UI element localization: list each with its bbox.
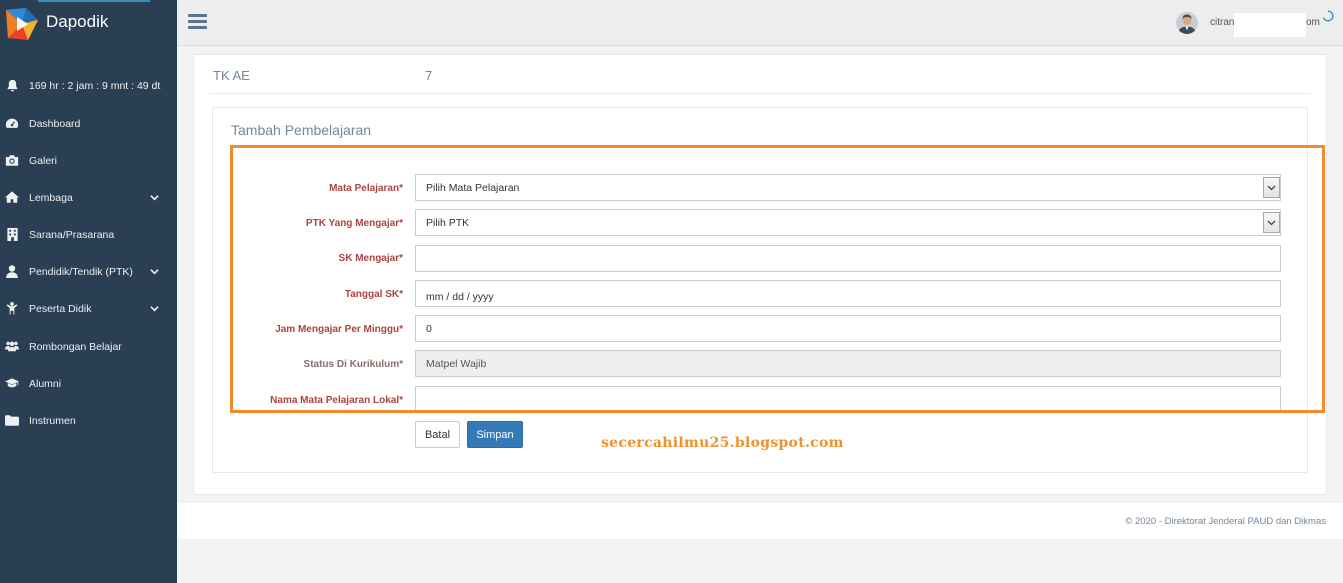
sidebar-item-peserta-didik[interactable]: Peserta Didik xyxy=(0,297,177,321)
brand[interactable]: Dapodik xyxy=(0,0,177,46)
sidebar-item-galeri[interactable]: Galeri xyxy=(0,149,177,173)
watermark: secercahilmu25.blogspot.com xyxy=(601,435,844,451)
school-name: TK AE xyxy=(213,68,250,83)
sidebar-timer: 169 hr : 2 jam : 9 mnt : 49 dt xyxy=(0,74,177,98)
sidebar-item-label: Rombongan Belajar xyxy=(29,341,122,353)
sidebar-item-label: Pendidik/Tendik (PTK) xyxy=(29,266,133,278)
user-name-suffix[interactable]: om xyxy=(1306,17,1320,28)
child-icon xyxy=(5,301,19,315)
panel-title: Tambah Pembelajaran xyxy=(231,122,372,138)
sidebar-item-label: Alumni xyxy=(29,378,62,390)
avatar[interactable] xyxy=(1176,12,1198,34)
sidebar-item-lembaga[interactable]: Lembaga xyxy=(0,186,177,210)
camera-icon xyxy=(5,153,19,167)
chevron-down-icon xyxy=(150,195,159,201)
redacted-email xyxy=(1234,13,1306,37)
bell-icon xyxy=(5,78,19,92)
topbar: citran om xyxy=(177,0,1343,46)
menu-toggle-icon[interactable] xyxy=(188,14,207,30)
save-button[interactable]: Simpan xyxy=(467,421,523,448)
sidebar-item-instrumen[interactable]: Instrumen xyxy=(0,409,177,433)
school-npsn: 7 xyxy=(425,68,433,83)
home-icon xyxy=(5,190,19,204)
sidebar-item-dashboard[interactable]: Dashboard xyxy=(0,112,177,136)
sidebar-item-label: Peserta Didik xyxy=(29,303,92,315)
dashboard-icon xyxy=(5,116,19,130)
sidebar-item-pendidik-tendik[interactable]: Pendidik/Tendik (PTK) xyxy=(0,260,177,284)
building-icon xyxy=(5,227,19,241)
sidebar-item-label: Galeri xyxy=(29,155,58,167)
user-icon xyxy=(5,264,19,278)
users-icon xyxy=(5,339,19,353)
divider xyxy=(209,93,1311,94)
sidebar-item-rombongan-belajar[interactable]: Rombongan Belajar xyxy=(0,335,177,359)
folder-icon xyxy=(5,413,19,427)
dapodik-logo-icon xyxy=(6,8,38,40)
user-name[interactable]: citran xyxy=(1210,17,1234,28)
sidebar-item-label: Lembaga xyxy=(29,192,73,204)
chevron-down-icon xyxy=(150,306,159,312)
sidebar-item-label: Instrumen xyxy=(29,415,76,427)
sidebar: Dapodik 169 hr : 2 jam : 9 mnt : 49 dt D… xyxy=(0,0,177,583)
footer: © 2020 - Direktorat Jenderal PAUD dan Di… xyxy=(177,503,1343,539)
footer-text: © 2020 - Direktorat Jenderal PAUD dan Di… xyxy=(1125,516,1326,527)
chevron-down-icon xyxy=(150,269,159,275)
sidebar-item-sarana-prasarana[interactable]: Sarana/Prasarana xyxy=(0,223,177,247)
brand-name: Dapodik xyxy=(46,12,109,31)
sidebar-timer-text: 169 hr : 2 jam : 9 mnt : 49 dt xyxy=(29,80,161,92)
sidebar-item-label: Dashboard xyxy=(29,118,81,130)
sidebar-item-label: Sarana/Prasarana xyxy=(29,229,115,241)
sidebar-item-alumni[interactable]: Alumni xyxy=(0,372,177,396)
cancel-button[interactable]: Batal xyxy=(415,421,460,448)
loading-spinner-icon xyxy=(1322,10,1334,22)
graduation-cap-icon xyxy=(5,376,19,390)
highlight-box xyxy=(230,145,1325,413)
